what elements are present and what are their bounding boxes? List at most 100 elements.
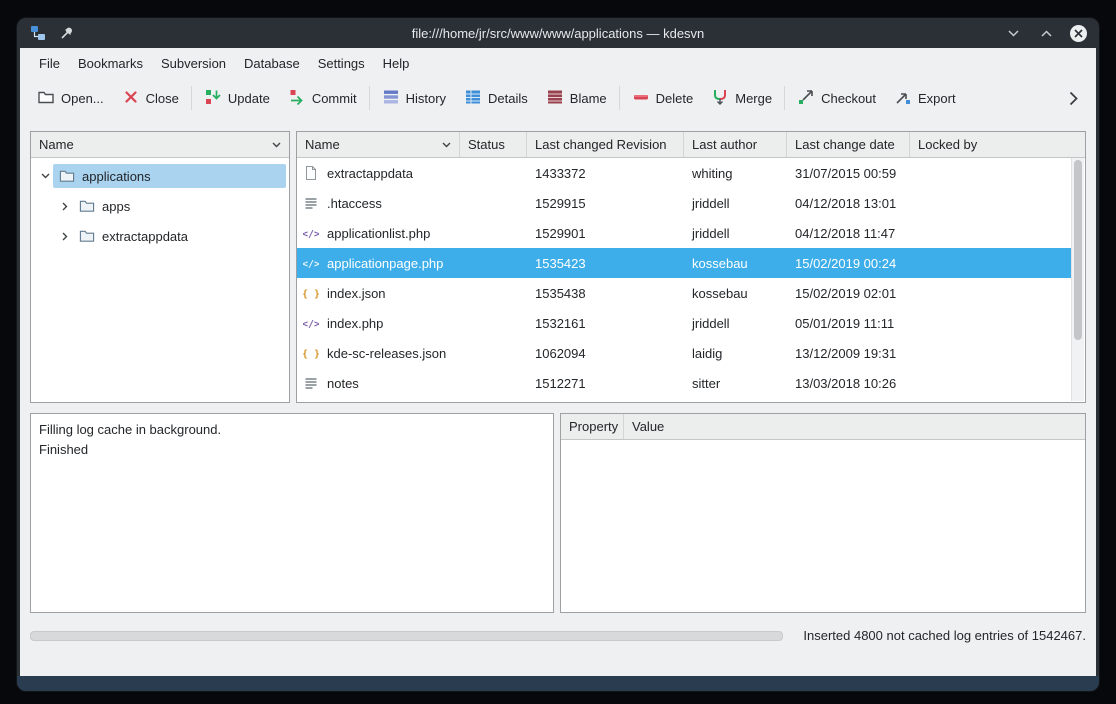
properties-panel: Property Value: [560, 413, 1086, 613]
properties-header: Property Value: [561, 414, 1085, 440]
close-button-toolbar[interactable]: Close: [113, 82, 188, 115]
main-toolbar: Open... Close Update Commit History: [20, 78, 1096, 118]
menu-database[interactable]: Database: [235, 56, 309, 71]
tree-item-label: applications: [82, 169, 151, 184]
toolbar-overflow-button[interactable]: [1059, 87, 1088, 110]
history-button[interactable]: History: [373, 82, 455, 115]
column-header-locked[interactable]: Locked by: [910, 132, 1085, 157]
maximize-button[interactable]: [1037, 24, 1055, 42]
vertical-scrollbar[interactable]: [1071, 158, 1084, 401]
folder-icon: [79, 198, 95, 214]
table-row[interactable]: </> index.php 1532161 jriddell 05/01/201…: [297, 308, 1072, 338]
tree-item-label: extractappdata: [102, 229, 188, 244]
checkout-icon: [797, 88, 815, 109]
titlebar[interactable]: file:///home/jr/src/www/www/applications…: [17, 18, 1099, 48]
text-file-icon: [303, 195, 319, 211]
properties-body: [561, 440, 1085, 612]
column-header-author[interactable]: Last author: [684, 132, 787, 157]
export-icon: [894, 88, 912, 109]
text-file-icon: [303, 375, 319, 391]
tree-header-name[interactable]: Name: [31, 132, 289, 158]
table-row[interactable]: { } index.json 1535438 kossebau 15/02/20…: [297, 278, 1072, 308]
file-table-header: Name Status Last changed Revision Last a…: [297, 132, 1085, 158]
delete-button[interactable]: Delete: [623, 82, 703, 115]
table-row[interactable]: .htaccess 1529915 jriddell 04/12/2018 13…: [297, 188, 1072, 218]
column-header-name[interactable]: Name: [297, 132, 460, 157]
document-close-icon: [122, 88, 140, 109]
svg-text:{ }: { }: [303, 289, 319, 300]
toolbar-separator: [619, 86, 620, 110]
merge-button[interactable]: Merge: [702, 82, 781, 115]
export-button[interactable]: Export: [885, 82, 965, 115]
column-header-revision[interactable]: Last changed Revision: [527, 132, 684, 157]
menu-settings[interactable]: Settings: [309, 56, 374, 71]
column-header-status[interactable]: Status: [460, 132, 527, 157]
repository-tree-panel: Name applications: [30, 131, 290, 403]
window-frame-bottom: [17, 676, 1099, 691]
folder-icon: [79, 228, 95, 244]
table-row[interactable]: </> applicationlist.php 1529901 jriddell…: [297, 218, 1072, 248]
php-file-icon: </>: [303, 315, 319, 331]
tree-item-applications[interactable]: applications: [31, 161, 289, 191]
php-file-icon: </>: [303, 225, 319, 241]
log-output-panel: Filling log cache in background. Finishe…: [30, 413, 554, 613]
menu-help[interactable]: Help: [374, 56, 419, 71]
column-header-date[interactable]: Last change date: [787, 132, 910, 157]
tree-item-apps[interactable]: apps: [31, 191, 289, 221]
table-row[interactable]: { } kde-sc-releases.json 1062094 laidig …: [297, 338, 1072, 368]
column-header-property[interactable]: Property: [561, 414, 624, 439]
pin-icon[interactable]: [58, 24, 76, 42]
expand-arrow-icon[interactable]: [57, 232, 73, 241]
menubar: File Bookmarks Subversion Database Setti…: [20, 48, 1096, 78]
log-line: Finished: [39, 440, 545, 460]
details-icon: [464, 88, 482, 109]
generic-file-icon: [303, 165, 319, 181]
folder-icon: [59, 168, 75, 184]
log-line: Filling log cache in background.: [39, 420, 545, 440]
table-row[interactable]: extractappdata 1433372 whiting 31/07/201…: [297, 158, 1072, 188]
tree-item-label: apps: [102, 199, 130, 214]
expand-arrow-icon[interactable]: [57, 202, 73, 211]
status-message: Inserted 4800 not cached log entries of …: [803, 628, 1086, 643]
json-file-icon: { }: [303, 285, 319, 301]
bottom-split: Filling log cache in background. Finishe…: [30, 413, 1086, 613]
svg-text:{ }: { }: [303, 349, 319, 360]
tree-item-extractappdata[interactable]: extractappdata: [31, 221, 289, 251]
statusbar: Inserted 4800 not cached log entries of …: [30, 628, 1086, 643]
kdesvn-app-icon[interactable]: [29, 24, 47, 42]
folder-open-icon: [37, 88, 55, 109]
history-icon: [382, 88, 400, 109]
progress-bar: [30, 631, 783, 641]
main-split: Name applications: [30, 131, 1086, 403]
file-list-panel: Name Status Last changed Revision Last a…: [296, 131, 1086, 403]
collapse-arrow-icon[interactable]: [37, 173, 53, 179]
merge-icon: [711, 88, 729, 109]
blame-button[interactable]: Blame: [537, 82, 616, 115]
close-button[interactable]: [1070, 25, 1087, 42]
update-button[interactable]: Update: [195, 82, 279, 115]
scrollbar-thumb[interactable]: [1074, 160, 1082, 340]
json-file-icon: { }: [303, 345, 319, 361]
chevron-down-icon: [442, 142, 451, 148]
details-button[interactable]: Details: [455, 82, 537, 115]
file-table-body: extractappdata 1433372 whiting 31/07/201…: [297, 158, 1085, 402]
commit-button[interactable]: Commit: [279, 82, 366, 115]
svg-text:</>: </>: [303, 319, 319, 330]
menu-subversion[interactable]: Subversion: [152, 56, 235, 71]
svn-commit-icon: [288, 88, 306, 109]
tree-body: applications apps: [31, 158, 289, 402]
svg-text:</>: </>: [303, 229, 319, 240]
open-button[interactable]: Open...: [28, 82, 113, 115]
svn-update-icon: [204, 88, 222, 109]
toolbar-separator: [784, 86, 785, 110]
column-header-value[interactable]: Value: [624, 414, 1085, 439]
table-row[interactable]: notes 1512271 sitter 13/03/2018 10:26: [297, 368, 1072, 398]
keep-below-button[interactable]: [1004, 24, 1022, 42]
kdesvn-window: file:///home/jr/src/www/www/applications…: [16, 17, 1100, 692]
menu-file[interactable]: File: [30, 56, 69, 71]
window-title: file:///home/jr/src/www/www/applications…: [17, 26, 1099, 41]
table-row-selected[interactable]: </> applicationpage.php 1535423 kossebau…: [297, 248, 1072, 278]
chevron-down-icon: [272, 142, 281, 148]
checkout-button[interactable]: Checkout: [788, 82, 885, 115]
menu-bookmarks[interactable]: Bookmarks: [69, 56, 152, 71]
